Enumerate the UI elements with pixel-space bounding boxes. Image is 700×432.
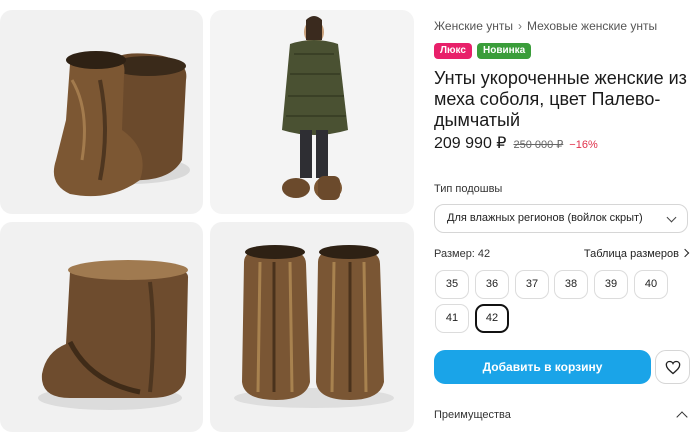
- old-price: 250 000 ₽: [513, 139, 564, 151]
- favorite-button[interactable]: [655, 350, 690, 384]
- advantages-section-title[interactable]: Преимущества: [434, 409, 511, 421]
- size-option[interactable]: 39: [594, 270, 628, 299]
- size-option[interactable]: 41: [435, 304, 469, 333]
- chevron-right-icon: ›: [517, 19, 522, 33]
- price-row: 209 990 ₽ 250 000 ₽ −16%: [434, 133, 598, 153]
- size-table-label: Таблица размеров: [583, 248, 679, 260]
- size-option[interactable]: 38: [554, 270, 588, 299]
- chevron-up-icon[interactable]: [676, 411, 688, 423]
- add-to-cart-button[interactable]: Добавить в корзину: [434, 350, 651, 384]
- breadcrumb-item-womens-unty[interactable]: Женские унты: [434, 19, 513, 33]
- sole-type-select[interactable]: Для влажных регионов (войлок скрыт): [434, 204, 688, 233]
- product-title: Унты укороченные женские из меха соболя,…: [434, 68, 687, 130]
- fur-boots-image: [53, 51, 190, 197]
- product-gallery: [0, 10, 416, 432]
- size-option[interactable]: 40: [634, 270, 668, 299]
- lux-badge: Люкс: [434, 43, 472, 59]
- product-photo-pair-angle[interactable]: [0, 10, 203, 214]
- model-image: [282, 16, 348, 200]
- chevron-down-icon: [666, 212, 677, 223]
- product-photo-back[interactable]: [210, 222, 414, 432]
- new-badge: Новинка: [477, 43, 532, 59]
- breadcrumb: Женские унты › Меховые женские унты: [434, 19, 657, 33]
- breadcrumb-item-fur-unty[interactable]: Меховые женские унты: [527, 19, 657, 33]
- chevron-right-icon: [680, 248, 690, 258]
- product-photo-on-model[interactable]: [210, 10, 414, 214]
- badges: Люкс Новинка: [434, 43, 532, 59]
- product-photo-side[interactable]: [0, 222, 203, 432]
- sole-type-label: Тип подошвы: [434, 183, 503, 195]
- size-option[interactable]: 35: [435, 270, 469, 299]
- current-price: 209 990 ₽: [434, 135, 507, 152]
- size-label: Размер: 42: [434, 248, 491, 260]
- size-option[interactable]: 36: [475, 270, 509, 299]
- fur-boots-back-image: [234, 245, 394, 408]
- heart-icon: [665, 360, 680, 374]
- fur-boot-side-image: [38, 260, 189, 410]
- size-option-selected[interactable]: 42: [475, 304, 509, 333]
- discount-badge: −16%: [569, 139, 598, 151]
- product-info: Женские унты › Меховые женские унты Люкс Н…: [434, 0, 700, 432]
- sole-type-value: Для влажных регионов (войлок скрыт): [447, 212, 643, 224]
- size-table-link[interactable]: Таблица размеров: [583, 248, 690, 260]
- size-option[interactable]: 37: [515, 270, 549, 299]
